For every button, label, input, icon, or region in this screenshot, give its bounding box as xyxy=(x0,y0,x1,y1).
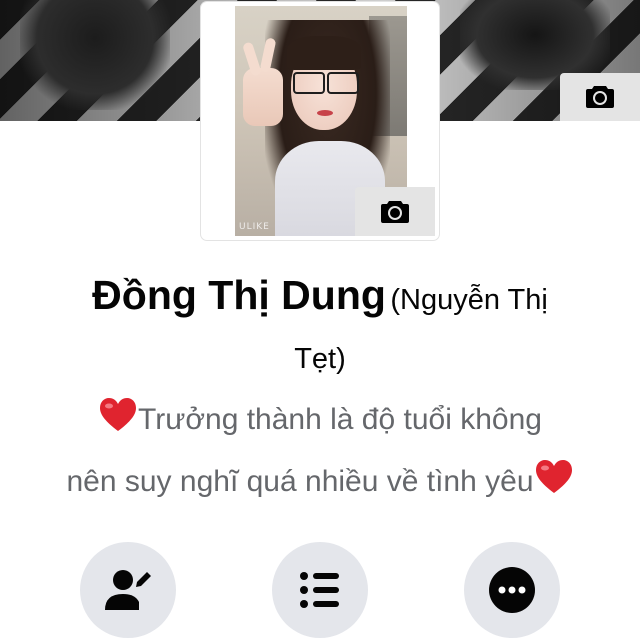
profile-name: Đồng Thị Dung (Nguyễn Thị Tẹt) xyxy=(40,268,600,391)
cover-photo-figure-left xyxy=(20,0,170,110)
activity-log-button[interactable] xyxy=(272,542,368,638)
profile-actions xyxy=(0,542,640,640)
cover-camera-button[interactable] xyxy=(560,73,640,121)
more-dots-icon xyxy=(489,567,535,613)
photo-glasses-left xyxy=(293,72,325,94)
profile-bio: Trưởng thành là độ tuổi không nên suy ng… xyxy=(24,391,616,515)
photo-lips xyxy=(317,110,333,116)
heart-emoji-icon xyxy=(534,457,574,515)
person-edit-icon xyxy=(105,570,151,610)
bio-line-1: Trưởng thành là độ tuổi không xyxy=(138,403,542,436)
profile-page: ULIKE Đồng Thị Dung (Nguyễn Thị Tẹt) Trư… xyxy=(0,0,640,640)
more-options-button[interactable] xyxy=(464,542,560,638)
photo-glasses-right xyxy=(327,72,359,94)
photo-watermark: ULIKE xyxy=(239,222,270,232)
profile-name-primary: Đồng Thị Dung xyxy=(92,272,386,318)
camera-icon xyxy=(381,200,409,223)
avatar-camera-button[interactable] xyxy=(355,187,435,236)
list-icon xyxy=(300,572,339,608)
edit-profile-button[interactable] xyxy=(80,542,176,638)
heart-emoji-icon xyxy=(98,395,138,453)
camera-icon xyxy=(586,86,614,108)
profile-name-alternate: (Nguyễn Thị xyxy=(390,284,548,316)
photo-bangs xyxy=(287,36,361,70)
photo-hand xyxy=(243,68,283,126)
bio-line-2: nên suy nghĩ quá nhiều về tình yêu xyxy=(66,465,534,498)
profile-name-alternate-continued: Tẹt) xyxy=(294,343,346,375)
